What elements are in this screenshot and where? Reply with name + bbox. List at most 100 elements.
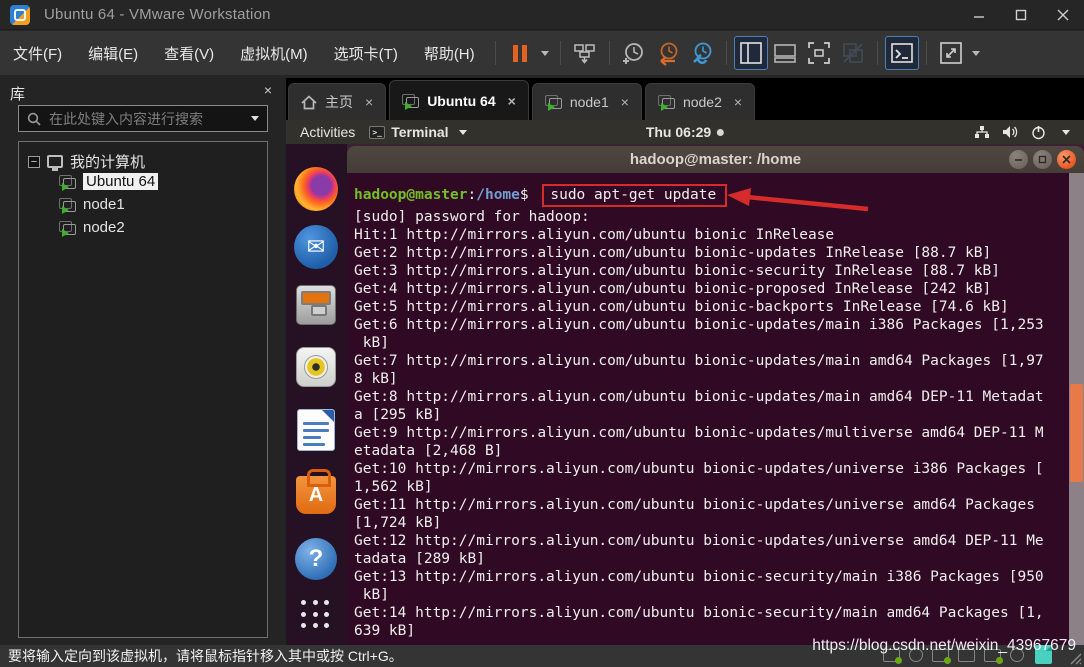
console-view-button[interactable] [768,36,802,70]
terminal-prompt-line: hadoop@master:/home$ sudo apt-get update [354,182,1084,208]
activities-button[interactable]: Activities [286,124,369,140]
tab-home[interactable]: 主页 × [288,83,386,120]
search-dropdown-caret[interactable] [251,116,259,121]
toolbar-separator [495,41,496,65]
terminal-close-button[interactable] [1057,150,1076,169]
terminal-output-line: [sudo] password for hadoop: [354,208,1084,226]
library-close-icon[interactable]: × [264,82,272,98]
tab-ubuntu64[interactable]: Ubuntu 64 × [389,80,529,120]
terminal-output-line: 1,562 kB] [354,478,1084,496]
thunderbird-icon: ✉ [294,225,338,269]
terminal-output[interactable]: hadoop@master:/home$ sudo apt-get update… [347,173,1084,645]
tree-node-node1[interactable]: node1 [59,196,125,213]
terminal-output-line: Get:2 http://mirrors.aliyun.com/ubuntu b… [354,244,1084,262]
tab-close-icon[interactable]: × [621,94,629,110]
terminal-output-line: Get:6 http://mirrors.aliyun.com/ubuntu b… [354,316,1084,334]
vm-icon [59,175,76,189]
maximize-button[interactable] [1000,0,1042,29]
snapshot-manager-icon [689,40,715,66]
menu-tabs[interactable]: 选项卡(T) [321,31,411,75]
terminal-title: hadoop@master: /home [630,151,801,168]
pause-dropdown-caret[interactable] [541,51,549,56]
terminal-output-line: Get:11 http://mirrors.aliyun.com/ubuntu … [354,496,1084,514]
terminal-minimize-button[interactable] [1009,150,1028,169]
firefox-icon [294,167,338,211]
vm-console-screen[interactable]: Activities >_ Terminal Thu 06:29 [286,120,1084,645]
ubuntu-software-icon: A [296,476,336,514]
tree-node-my-computer[interactable]: − 我的计算机 [28,151,145,172]
dock-rhythmbox[interactable] [293,344,339,390]
dock-show-applications[interactable] [293,592,339,638]
terminal-output-line: Get:10 http://mirrors.aliyun.com/ubuntu … [354,460,1084,478]
clock[interactable]: Thu 06:29 [646,124,724,140]
terminal-icon [890,41,914,65]
dock-ubuntu-software[interactable]: A [293,472,339,518]
menu-view[interactable]: 查看(V) [151,31,227,75]
terminal-output-line: a [295 kB] [354,406,1084,424]
vm-icon [402,94,419,108]
terminal-output-line: kB] [354,586,1084,604]
terminal-output-line: kB] [354,334,1084,352]
close-button[interactable] [1042,0,1084,29]
dock-libreoffice-writer[interactable] [293,407,339,453]
ctrl-alt-del-icon [572,41,598,65]
expand-screen-button[interactable] [934,36,968,70]
tab-close-icon[interactable]: × [508,93,516,109]
terminal-output-line: Hit:1 http://mirrors.aliyun.com/ubuntu b… [354,226,1084,244]
toolbar-separator [609,41,610,65]
vmware-logo-icon [10,5,30,25]
fullscreen-brackets-icon [807,41,831,65]
toolbar-separator [726,41,727,65]
tree-label-selected: Ubuntu 64 [83,173,158,190]
terminal-maximize-button[interactable] [1033,150,1052,169]
system-tray[interactable] [974,125,1084,140]
search-icon [27,112,41,126]
menu-edit[interactable]: 编辑(E) [75,31,151,75]
terminal-output-line: Get:3 http://mirrors.aliyun.com/ubuntu b… [354,262,1084,280]
terminal-title-bar[interactable]: hadoop@master: /home [347,146,1084,173]
expand-dropdown-caret[interactable] [972,51,980,56]
menu-file[interactable]: 文件(F) [0,31,75,75]
terminal-window[interactable]: hadoop@master: /home hadoop@master:/home… [347,146,1084,645]
menu-vm[interactable]: 虚拟机(M) [227,31,321,75]
tab-node2[interactable]: node2 × [645,83,755,120]
terminal-output-line: Get:5 http://mirrors.aliyun.com/ubuntu b… [354,298,1084,316]
dock-files[interactable] [293,282,339,328]
home-icon [301,95,317,110]
tree-node-node2[interactable]: node2 [59,219,125,236]
tab-close-icon[interactable]: × [734,94,742,110]
terminal-output-line: Get:14 http://mirrors.aliyun.com/ubuntu … [354,604,1084,622]
snapshot-manager-button[interactable] [685,36,719,70]
network-icon [974,125,990,139]
virtual-console-button[interactable] [885,36,919,70]
unity-mode-button-disabled [836,36,870,70]
minimize-button[interactable] [958,0,1000,29]
libreoffice-writer-icon [297,409,335,451]
revert-snapshot-button[interactable] [651,36,685,70]
dock-thunderbird[interactable]: ✉ [293,224,339,270]
terminal-output-line: Get:4 http://mirrors.aliyun.com/ubuntu b… [354,280,1084,298]
console-view-icon [773,41,797,65]
terminal-scrollbar[interactable] [1069,173,1084,645]
tree-node-ubuntu64[interactable]: Ubuntu 64 [59,173,158,190]
fullscreen-view-button[interactable] [802,36,836,70]
dock-firefox[interactable] [293,166,339,212]
tab-node1[interactable]: node1 × [532,83,642,120]
toggle-library-panel-button[interactable] [734,36,768,70]
dock-help[interactable]: ? [293,536,339,582]
menu-bar: 文件(F) 编辑(E) 查看(V) 虚拟机(M) 选项卡(T) 帮助(H) [0,31,1084,75]
pause-vm-button[interactable] [503,36,537,70]
app-menu-caret [459,130,467,135]
rhythmbox-icon [296,347,336,387]
send-ctrl-alt-del-button[interactable] [568,36,602,70]
revert-clock-icon [655,40,681,66]
library-search-input[interactable]: 在此处键入内容进行搜索 [18,105,268,132]
tab-close-icon[interactable]: × [365,94,373,110]
scrollbar-thumb[interactable] [1070,384,1083,482]
app-menu[interactable]: >_ Terminal [369,124,470,140]
gnome-top-bar: Activities >_ Terminal Thu 06:29 [286,120,1084,144]
menu-help[interactable]: 帮助(H) [411,31,488,75]
terminal-output-line: Get:8 http://mirrors.aliyun.com/ubuntu b… [354,388,1084,406]
tree-expander-icon[interactable]: − [28,156,40,168]
take-snapshot-button[interactable] [617,36,651,70]
